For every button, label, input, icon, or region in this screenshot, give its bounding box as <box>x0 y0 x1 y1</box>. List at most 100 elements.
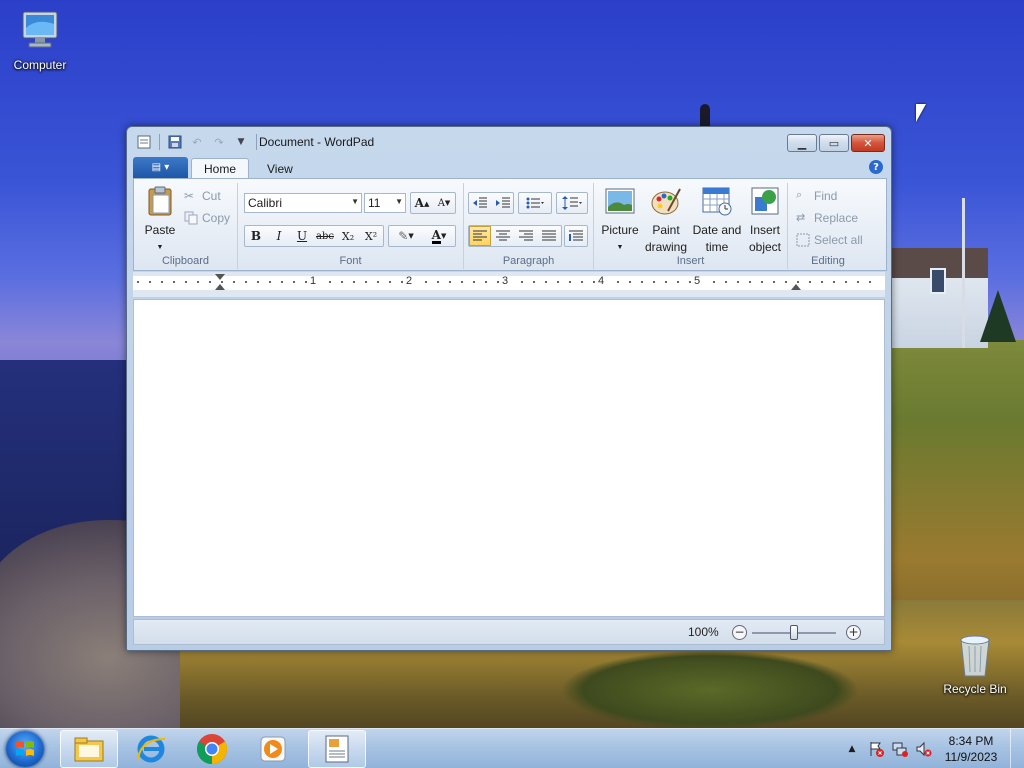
cut-button[interactable]: ✂ Cut <box>184 189 221 203</box>
help-icon[interactable]: ? <box>869 160 883 174</box>
ruler-tick <box>281 281 283 283</box>
underline-button[interactable]: U <box>291 226 313 246</box>
text-color-icon: A <box>431 227 441 244</box>
application-menu-button[interactable]: ▤ ▾ <box>133 157 188 178</box>
ruler-number: 1 <box>310 275 317 287</box>
desktop-icon-recycle-bin[interactable]: Recycle Bin <box>935 632 1015 696</box>
taskbar-internet-explorer[interactable] <box>122 730 180 768</box>
undo-icon[interactable]: ↶ <box>188 134 206 150</box>
taskbar-wordpad[interactable] <box>308 730 366 768</box>
italic-button[interactable]: I <box>268 226 290 246</box>
zoom-out-button[interactable]: − <box>732 625 747 640</box>
zoom-in-button[interactable]: + <box>846 625 861 640</box>
taskbar-file-explorer[interactable] <box>60 730 118 768</box>
ruler-tick <box>689 281 691 283</box>
ruler-tick <box>221 281 223 283</box>
minimize-button[interactable]: ▁ <box>787 134 817 152</box>
increase-indent-icon[interactable] <box>492 193 514 213</box>
ruler-tick <box>341 281 343 283</box>
line-spacing-icon[interactable] <box>557 193 587 213</box>
wordpad-app-icon[interactable] <box>135 134 153 150</box>
superscript-button[interactable]: X² <box>360 226 382 246</box>
zoom-slider-thumb[interactable] <box>790 625 798 640</box>
decrease-indent-icon[interactable] <box>469 193 491 213</box>
highlight-color-button[interactable]: ✎ ▼ <box>391 226 421 246</box>
group-insert: Picture ▼ Paint drawing Date and time In… <box>594 183 788 269</box>
ruler-tick <box>365 281 367 283</box>
bullet-list-icon[interactable] <box>519 193 551 213</box>
ruler-tick <box>449 281 451 283</box>
ruler-tick <box>233 281 235 283</box>
show-desktop-button[interactable] <box>1010 729 1024 768</box>
line-spacing-group <box>556 192 588 214</box>
left-indent-marker[interactable] <box>215 284 225 290</box>
save-icon[interactable] <box>166 134 184 150</box>
date-and-time-button[interactable]: Date and time <box>692 185 742 254</box>
scissors-icon: ✂ <box>184 189 195 203</box>
title-bar[interactable]: ↶ ↷ ▼ Document - WordPad ▁ ▭ ✕ <box>127 127 891 157</box>
align-center-icon[interactable] <box>492 226 514 246</box>
mouse-cursor-icon <box>916 104 926 122</box>
ruler-tick <box>425 281 427 283</box>
ruler-tick <box>557 281 559 283</box>
font-size-select[interactable]: 11 ▼ <box>364 193 406 213</box>
calendar-clock-icon <box>702 187 732 216</box>
insert-picture-button[interactable]: Picture ▼ <box>600 185 640 254</box>
volume-muted-icon[interactable] <box>915 740 933 758</box>
redo-icon[interactable]: ↷ <box>210 134 228 150</box>
paste-icon <box>148 186 172 216</box>
group-label-editing: Editing <box>811 255 845 267</box>
bold-button[interactable]: B <box>245 226 267 246</box>
action-center-flag-icon[interactable] <box>867 740 885 758</box>
text-color-button[interactable]: A ▼ <box>423 226 455 246</box>
font-family-select[interactable]: Calibri ▼ <box>244 193 362 213</box>
right-indent-marker[interactable] <box>791 284 801 290</box>
copy-button[interactable]: Copy <box>184 211 230 225</box>
align-left-icon[interactable] <box>469 226 491 246</box>
strikethrough-button[interactable]: abc <box>314 226 336 246</box>
ruler-tick <box>269 281 271 283</box>
tab-view[interactable]: View <box>255 158 305 179</box>
date-and-time-label-line1: Date and <box>692 223 742 237</box>
justify-icon[interactable] <box>538 226 560 246</box>
taskbar-clock[interactable]: 8:34 PM 11/9/2023 <box>936 733 1006 765</box>
find-button[interactable]: ⌕ Find <box>796 189 837 203</box>
ruler-tick <box>713 281 715 283</box>
customize-toolbar-chevron-icon[interactable]: ▼ <box>232 134 250 150</box>
network-icon[interactable] <box>891 740 909 758</box>
subscript-button[interactable]: X₂ <box>337 226 359 246</box>
desktop-icon-computer[interactable]: Computer <box>0 8 80 72</box>
replace-button[interactable]: ⇄ Replace <box>796 211 858 225</box>
shrink-font-icon[interactable]: A ▼ <box>433 193 455 213</box>
font-size-buttons: A ▲ A ▼ <box>410 192 456 214</box>
document-editor[interactable] <box>133 299 885 617</box>
maximize-button[interactable]: ▭ <box>819 134 849 152</box>
ruler-tick <box>797 281 799 283</box>
insert-object-button[interactable]: Insert object <box>744 185 786 254</box>
replace-icon: ⇄ <box>796 212 806 224</box>
ruler-tick <box>833 281 835 283</box>
taskbar-media-player[interactable] <box>244 730 302 768</box>
ruler-tick <box>785 281 787 283</box>
show-hidden-icons-chevron-icon[interactable]: ▲ <box>843 740 861 758</box>
paragraph-dialog-icon[interactable] <box>565 226 587 246</box>
align-right-icon[interactable] <box>515 226 537 246</box>
paste-button[interactable]: Paste ▼ <box>142 185 178 254</box>
start-button[interactable] <box>6 731 44 767</box>
file-explorer-icon <box>74 737 104 762</box>
ruler-tick <box>257 281 259 283</box>
tab-home[interactable]: Home <box>191 158 250 179</box>
ruler-number: 3 <box>502 275 509 287</box>
select-all-button[interactable]: Select all <box>796 233 863 247</box>
ruler[interactable]: 1 2 3 4 5 <box>133 272 885 298</box>
binoculars-icon: ⌕ <box>796 189 803 201</box>
ruler-tick <box>665 281 667 283</box>
close-button[interactable]: ✕ <box>851 134 885 152</box>
paint-drawing-button[interactable]: Paint drawing <box>642 185 690 254</box>
clock-time: 8:34 PM <box>948 734 994 748</box>
chevron-down-icon: ▼ <box>156 244 164 251</box>
taskbar: ▲ 8:34 PM 11/9/2023 <box>0 728 1024 768</box>
taskbar-chrome[interactable] <box>183 730 241 768</box>
grow-font-icon[interactable]: A ▲ <box>411 193 433 213</box>
first-line-indent-marker[interactable] <box>215 274 225 280</box>
